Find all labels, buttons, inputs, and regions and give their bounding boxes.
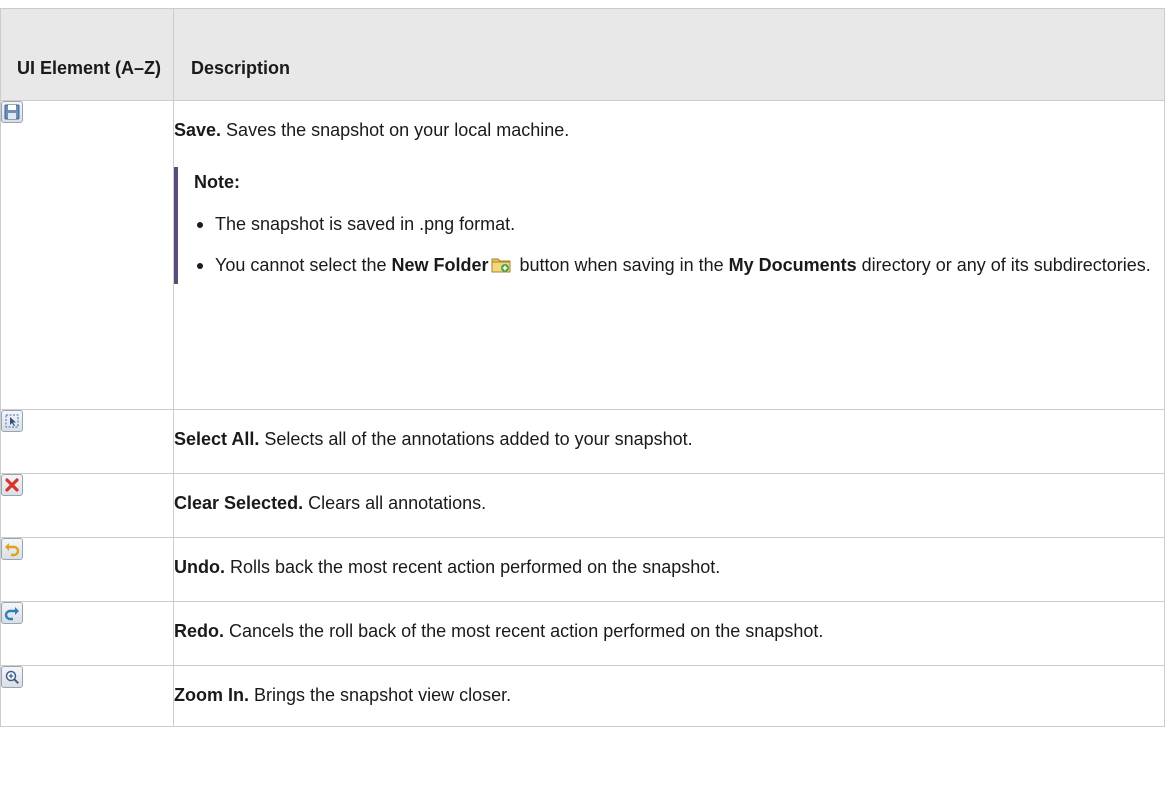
header-ui-element: UI Element (A–Z) [0, 8, 174, 101]
description-cell: Select All. Selects all of the annotatio… [173, 409, 1165, 474]
table-row: Select All. Selects all of the annotatio… [0, 409, 1165, 474]
icon-cell [0, 537, 174, 602]
new-folder-label: New Folder [391, 255, 489, 275]
table-header-row: UI Element (A–Z) Description [0, 8, 1165, 101]
note-item-text: The snapshot is saved in .png format. [215, 214, 516, 234]
description-cell: Save. Saves the snapshot on your local m… [173, 100, 1165, 410]
bullet-icon [197, 263, 203, 269]
element-name: Undo. [174, 557, 225, 577]
element-description: Selects all of the annotations added to … [259, 429, 693, 449]
icon-cell [0, 409, 174, 474]
description-cell: Clear Selected. Clears all annotations. [173, 473, 1165, 538]
description-cell: Redo. Cancels the roll back of the most … [173, 601, 1165, 666]
element-name: Select All. [174, 429, 260, 449]
zoom-in-icon [1, 666, 23, 688]
description-text: Redo. Cancels the roll back of the most … [174, 602, 1164, 643]
element-description: Saves the snapshot on your local machine… [221, 120, 570, 140]
list-item: You cannot select the New Folder button … [194, 246, 1164, 284]
element-name: Zoom In. [174, 685, 249, 705]
clear-selected-icon [1, 474, 23, 496]
description-text: Zoom In. Brings the snapshot view closer… [174, 666, 1164, 707]
table-row: Save. Saves the snapshot on your local m… [0, 100, 1165, 410]
icon-cell [0, 665, 174, 727]
element-name: Redo. [174, 621, 225, 641]
description-text: Select All. Selects all of the annotatio… [174, 410, 1164, 451]
new-folder-icon [491, 248, 511, 273]
undo-icon [1, 538, 23, 560]
header-ui-element-label: UI Element (A–Z) [17, 58, 162, 78]
note-box: Note: The snapshot is saved in .png form… [174, 167, 1164, 284]
element-description: Rolls back the most recent action perfor… [225, 557, 721, 577]
bullet-icon [197, 222, 203, 228]
table-row: Redo. Cancels the roll back of the most … [0, 601, 1165, 666]
select-all-icon [1, 410, 23, 432]
note-item-text: button when saving in the [514, 255, 729, 275]
element-description: Clears all annotations. [303, 493, 487, 513]
element-description: Cancels the roll back of the most recent… [224, 621, 824, 641]
note-title: Note: [194, 172, 240, 192]
description-text: Undo. Rolls back the most recent action … [174, 538, 1164, 579]
element-name: Save. [174, 120, 222, 140]
header-description: Description [173, 8, 1165, 101]
element-name: Clear Selected. [174, 493, 304, 513]
note-item-text: You cannot select the [215, 255, 392, 275]
icon-cell [0, 100, 174, 410]
list-item: The snapshot is saved in .png format. [194, 212, 1164, 236]
table-row: Undo. Rolls back the most recent action … [0, 537, 1165, 602]
description-text: Clear Selected. Clears all annotations. [174, 474, 1164, 515]
note-item-text: directory or any of its subdirectories. [856, 255, 1151, 275]
icon-cell [0, 601, 174, 666]
element-description: Brings the snapshot view closer. [249, 685, 512, 705]
icon-cell [0, 473, 174, 538]
description-text: Save. Saves the snapshot on your local m… [174, 101, 1164, 142]
table-row: Zoom In. Brings the snapshot view closer… [0, 665, 1165, 727]
note-list: The snapshot is saved in .png format. Yo… [194, 212, 1164, 284]
my-documents-label: My Documents [728, 255, 857, 275]
ui-element-table: UI Element (A–Z) Description Save. Saves… [0, 8, 1165, 727]
table-row: Clear Selected. Clears all annotations. [0, 473, 1165, 538]
header-description-label: Description [191, 58, 291, 78]
description-cell: Zoom In. Brings the snapshot view closer… [173, 665, 1165, 727]
description-cell: Undo. Rolls back the most recent action … [173, 537, 1165, 602]
save-icon [1, 101, 23, 123]
redo-icon [1, 602, 23, 624]
